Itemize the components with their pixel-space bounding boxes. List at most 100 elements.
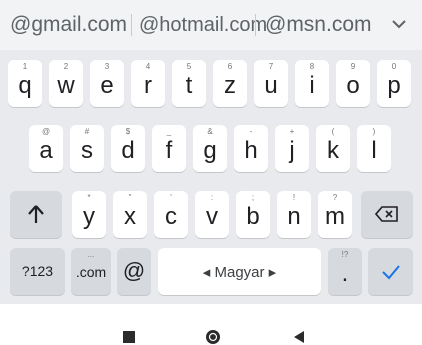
- key-label: m: [325, 203, 345, 230]
- chevron-down-icon[interactable]: [388, 13, 410, 35]
- key-h[interactable]: -h: [234, 125, 268, 172]
- key-label: d: [121, 137, 135, 164]
- period-key-label: .: [341, 260, 349, 287]
- at-key-label: @: [122, 258, 146, 283]
- key-y[interactable]: * y: [72, 191, 106, 238]
- key-c[interactable]: ' c: [154, 191, 188, 238]
- key-label: l: [371, 137, 377, 164]
- suggestion-gmail[interactable]: @gmail.com: [10, 0, 127, 50]
- space-key-label: ◂ Magyar ▸: [202, 264, 277, 281]
- key-label: w: [57, 72, 75, 99]
- key-label: r: [144, 72, 152, 99]
- navigation-bar: [0, 304, 422, 345]
- key-hint: 4: [145, 62, 151, 71]
- dotcom-key[interactable]: ... .com: [71, 248, 111, 295]
- key-label: x: [124, 203, 136, 230]
- key-z[interactable]: 6z: [213, 60, 247, 107]
- key-q[interactable]: 1q: [8, 60, 42, 107]
- key-hint: :: [210, 193, 214, 202]
- key-hint: +: [289, 127, 295, 136]
- key-hint: &: [207, 127, 213, 136]
- suggestion-msn[interactable]: @msn.com: [265, 0, 372, 50]
- backspace-icon: [375, 206, 398, 222]
- key-s[interactable]: # s: [70, 125, 104, 172]
- key-label: p: [387, 72, 401, 99]
- checkmark-icon: [382, 265, 400, 280]
- key-hint: 8: [309, 62, 315, 71]
- key-hint: 5: [186, 62, 192, 71]
- dotcom-key-hint: ...: [87, 250, 95, 259]
- key-hint: !: [292, 193, 296, 202]
- key-g[interactable]: & g: [193, 125, 227, 172]
- key-hint: #: [84, 127, 90, 136]
- key-hint: 7: [268, 62, 274, 71]
- key-hint: 6: [227, 62, 233, 71]
- key-hint: 9: [350, 62, 356, 71]
- square-recents-icon[interactable]: [123, 331, 135, 343]
- period-key-hint: !?: [341, 250, 349, 259]
- key-j[interactable]: + j: [275, 125, 309, 172]
- key-n[interactable]: ! n: [277, 191, 311, 238]
- key-m[interactable]: ? m: [318, 191, 352, 238]
- key-label: c: [165, 203, 177, 230]
- key-p[interactable]: 0p: [377, 60, 411, 107]
- key-a[interactable]: @ a: [29, 125, 63, 172]
- space-key[interactable]: ◂ Magyar ▸: [158, 248, 321, 295]
- key-label: b: [246, 203, 260, 230]
- key-hint: 1: [22, 62, 28, 71]
- suggestion-strip: @gmail.com @hotmail.com @msn.com: [0, 0, 422, 50]
- key-f[interactable]: _ f: [152, 125, 186, 172]
- key-hint: $: [125, 127, 131, 136]
- at-key[interactable]: @: [117, 248, 151, 295]
- key-hint: @: [41, 127, 51, 136]
- key-e[interactable]: 3e: [90, 60, 124, 107]
- enter-key[interactable]: [368, 248, 413, 295]
- key-label: t: [185, 72, 193, 99]
- dotcom-key-label: .com: [75, 264, 107, 280]
- key-d[interactable]: $ d: [111, 125, 145, 172]
- key-label: h: [244, 137, 258, 164]
- key-label: q: [18, 72, 32, 99]
- key-x[interactable]: " x: [113, 191, 147, 238]
- key-label: i: [309, 72, 315, 99]
- key-label: u: [264, 72, 278, 99]
- key-o[interactable]: 9o: [336, 60, 370, 107]
- symbols-key[interactable]: ?123: [10, 248, 65, 295]
- key-hint: ): [372, 127, 376, 136]
- key-hint: ?: [332, 193, 338, 202]
- backspace-key[interactable]: [361, 191, 413, 238]
- circle-home-icon[interactable]: [205, 329, 221, 345]
- key-l[interactable]: ) l: [357, 125, 391, 172]
- period-key[interactable]: !? .: [328, 248, 362, 295]
- key-w[interactable]: 2w: [49, 60, 83, 107]
- key-hint: ;: [251, 193, 255, 202]
- shift-key[interactable]: [10, 191, 62, 238]
- key-label: e: [100, 72, 114, 99]
- key-hint: (: [331, 127, 335, 136]
- key-hint: ': [170, 193, 172, 202]
- key-label: z: [224, 72, 236, 99]
- suggestion-divider: [255, 14, 256, 36]
- shift-arrow-icon: [28, 205, 44, 223]
- key-hint: 0: [391, 62, 397, 71]
- key-label: o: [346, 72, 360, 99]
- key-v[interactable]: :v: [195, 191, 229, 238]
- key-hint: 2: [63, 62, 69, 71]
- key-i[interactable]: 8i: [295, 60, 329, 107]
- keyboard: @gmail.com @hotmail.com @msn.com 1q2w3e4…: [0, 0, 422, 304]
- key-label: f: [165, 137, 173, 164]
- key-label: y: [83, 203, 95, 230]
- key-hint: 3: [104, 62, 110, 71]
- key-t[interactable]: 5t: [172, 60, 206, 107]
- key-r[interactable]: 4r: [131, 60, 165, 107]
- symbols-key-label: ?123: [21, 263, 54, 279]
- key-b[interactable]: ; b: [236, 191, 270, 238]
- key-hint: _: [166, 127, 172, 136]
- key-label: v: [206, 203, 218, 230]
- key-label: k: [327, 137, 339, 164]
- suggestion-hotmail[interactable]: @hotmail.com: [139, 0, 267, 50]
- key-u[interactable]: 7u: [254, 60, 288, 107]
- key-hint: ": [128, 193, 132, 202]
- key-hint: *: [87, 193, 91, 202]
- key-k[interactable]: (k: [316, 125, 350, 172]
